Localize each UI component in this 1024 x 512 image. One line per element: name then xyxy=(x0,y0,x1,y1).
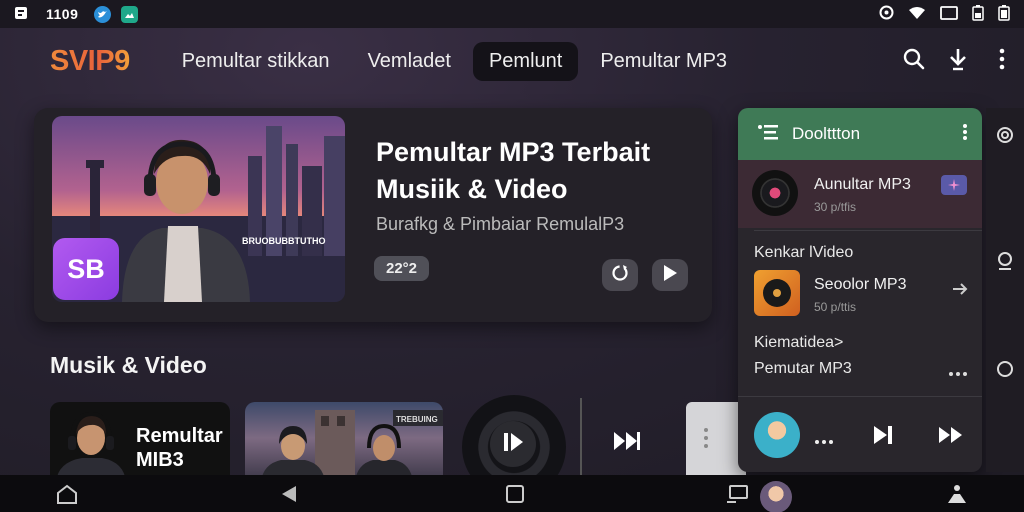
panel-separator xyxy=(738,396,982,397)
tab-pemultar-stikkan[interactable]: Pemultar stikkan xyxy=(166,42,346,81)
avatar[interactable] xyxy=(760,481,792,512)
divider xyxy=(580,398,582,480)
queue-item-title: Seoolor MP3 xyxy=(814,276,907,293)
replay-button[interactable] xyxy=(602,259,638,291)
queue-item-title: Pemutar MP3 xyxy=(754,360,852,377)
queue-item-meta: 50 p/ttis xyxy=(814,300,857,314)
featured-count-badge: 22°2 xyxy=(374,256,430,281)
more-horiz-icon[interactable] xyxy=(814,432,834,450)
cast-icon xyxy=(940,5,958,23)
panel-header: Doolttton xyxy=(738,108,982,160)
video-thumbnail-2[interactable]: TREBUING xyxy=(245,402,443,482)
sync-icon xyxy=(879,5,894,23)
system-nav-bar xyxy=(0,475,1024,512)
play-icon xyxy=(662,264,678,287)
notification-icon xyxy=(14,6,28,23)
thumbnail-1-title: Remultar MIB3 xyxy=(136,425,223,471)
panel-more-icon[interactable] xyxy=(962,123,968,146)
partial-card[interactable] xyxy=(686,402,746,482)
queue-item[interactable]: Pemutar MP3 xyxy=(738,358,982,384)
status-bar: 1109 xyxy=(0,0,1024,28)
gallery-app-icon xyxy=(121,5,139,23)
queue-item-meta: 30 p/tfis xyxy=(814,200,857,214)
featured-subtitle: Burafkg & Pimbaiar RemulalP3 xyxy=(376,214,625,234)
accessibility-icon[interactable] xyxy=(946,483,968,505)
tab-pemlunt[interactable]: Pemlunt xyxy=(472,41,579,81)
app-logo: SVIP9 xyxy=(50,44,130,77)
spiral-icon[interactable] xyxy=(996,126,1014,144)
queue-item-now-playing[interactable]: Aunultar MP3 30 p/tfis xyxy=(738,160,982,228)
channel-badge: SB xyxy=(53,238,119,300)
arrow-right-icon[interactable] xyxy=(952,282,968,301)
panel-title: Doolttton xyxy=(792,124,861,143)
tab-pemultar-mp3[interactable]: Pemultar MP3 xyxy=(584,42,743,81)
track-artwork xyxy=(754,270,800,316)
queue-panel: Doolttton Aunultar MP3 30 p/tfis Kenkar … xyxy=(738,108,982,472)
fast-forward-icon[interactable] xyxy=(938,426,964,449)
battery-icon xyxy=(972,4,984,24)
twitter-app-icon xyxy=(94,5,112,23)
search-icon[interactable] xyxy=(902,42,926,76)
back-icon[interactable] xyxy=(278,483,300,505)
circle-icon[interactable] xyxy=(996,360,1014,378)
skip-next-icon[interactable] xyxy=(872,424,894,451)
vinyl-disc-icon xyxy=(752,170,798,216)
mini-player xyxy=(738,398,982,472)
featured-overlay-text: BRUOBUBBTUTHO xyxy=(242,236,326,246)
replay-icon xyxy=(610,263,630,288)
home-icon[interactable] xyxy=(56,483,78,505)
thumbnail-2-sign-text: TREBUING xyxy=(396,415,438,424)
download-icon[interactable] xyxy=(946,42,970,76)
recents-icon[interactable] xyxy=(504,483,526,505)
fast-forward-icon[interactable] xyxy=(612,428,642,459)
status-time: 1109 xyxy=(46,6,79,22)
panel-section-label: Kenkar lVideo xyxy=(754,244,854,261)
featured-card[interactable]: BRUOBUBBTUTHO SB Pemultar MP3 Terbait Mu… xyxy=(34,108,712,322)
panel-separator xyxy=(754,230,982,231)
video-thumbnail-1[interactable]: Remultar MIB3 xyxy=(50,402,230,482)
sparkle-icon[interactable] xyxy=(941,175,967,195)
queue-item[interactable]: Seoolor MP3 50 p/ttis xyxy=(738,266,982,322)
play-pause-icon xyxy=(501,430,525,459)
avatar[interactable] xyxy=(754,412,800,458)
queue-list-icon xyxy=(758,124,778,145)
tab-vemladet[interactable]: Vemladet xyxy=(352,42,467,81)
top-nav: SVIP9 Pemultar stikkan Vemladet Pemlunt … xyxy=(0,28,1024,94)
screen-cast-icon[interactable] xyxy=(726,483,748,505)
play-button[interactable] xyxy=(652,259,688,291)
battery-full-icon xyxy=(998,4,1010,24)
panel-section-label: Kiematidea> xyxy=(754,334,844,351)
wifi-icon xyxy=(908,6,926,23)
user-icon[interactable] xyxy=(996,252,1014,270)
section-title: Musik & Video xyxy=(50,352,207,378)
vinyl-play-button[interactable] xyxy=(490,421,536,467)
more-horiz-icon[interactable] xyxy=(948,364,968,382)
featured-title: Pemultar MP3 Terbait Musiik & Video xyxy=(376,137,651,204)
queue-item-title: Aunultar MP3 xyxy=(814,176,911,193)
side-rail xyxy=(986,108,1024,472)
more-vert-icon[interactable] xyxy=(990,42,1014,76)
